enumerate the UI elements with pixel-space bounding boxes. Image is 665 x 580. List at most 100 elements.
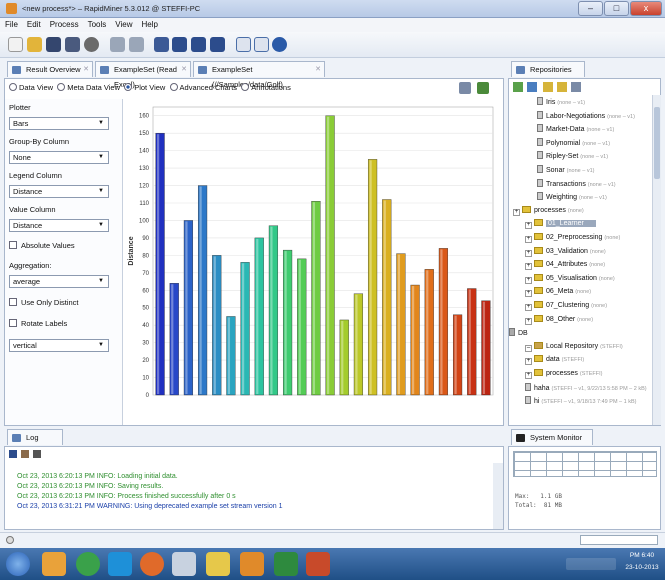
expand-icon[interactable]: – xyxy=(525,344,532,352)
refresh-icon[interactable] xyxy=(557,82,567,92)
perspective-icon[interactable] xyxy=(236,37,251,52)
orientation-select[interactable]: vertical ▼ xyxy=(9,339,109,352)
tree-item[interactable]: Weighting (none – v1) xyxy=(537,192,607,201)
save-icon[interactable] xyxy=(46,37,61,52)
expand-icon[interactable]: + xyxy=(525,372,532,379)
radio-data-view[interactable]: Data View xyxy=(9,83,53,92)
legend-column-select[interactable]: Distance ▼ xyxy=(9,185,109,198)
tree-scrollbar[interactable] xyxy=(652,95,661,425)
clear-log-icon[interactable] xyxy=(21,450,29,458)
powerpoint-icon[interactable] xyxy=(306,552,330,576)
media-player-icon[interactable] xyxy=(42,552,66,576)
system-tray-icons[interactable] xyxy=(566,558,616,570)
clock-time[interactable]: PM 6:40 xyxy=(622,552,662,559)
radio-meta-data-view[interactable]: Meta Data View xyxy=(57,83,120,92)
tree-item[interactable]: +04_Attributes (none) xyxy=(525,260,605,271)
print-icon[interactable] xyxy=(84,37,99,52)
radio-advanced-charts[interactable]: Advanced Charts xyxy=(169,83,237,92)
tree-item[interactable]: DB xyxy=(509,328,528,337)
tree-item[interactable]: Labor-Negotiations (none – v1) xyxy=(537,110,635,120)
expand-icon[interactable]: + xyxy=(525,358,532,366)
tree-item[interactable]: + data (STEFFI) xyxy=(525,355,584,366)
expand-icon[interactable]: + xyxy=(525,317,532,325)
tab-repositories[interactable]: Repositories xyxy=(511,61,585,77)
expand-icon[interactable]: + xyxy=(525,263,532,271)
whatsapp-icon[interactable] xyxy=(76,552,100,576)
expand-icon[interactable]: + xyxy=(525,249,532,257)
skype-icon[interactable] xyxy=(108,552,132,576)
tree-item[interactable]: hi (STEFFI – v1, 9/18/13 7:49 PM – 1 kB) xyxy=(525,396,636,405)
minimize-button[interactable]: – xyxy=(578,1,603,16)
network-icon[interactable] xyxy=(172,552,196,576)
tree-item[interactable]: Market-Data (none – v1) xyxy=(537,124,614,133)
expand-icon[interactable]: + xyxy=(525,236,532,243)
tree-item[interactable]: +05_Visualisation (none) xyxy=(525,273,615,284)
rapidminer-taskbar-icon[interactable] xyxy=(240,552,264,576)
tree-item[interactable]: +02_Preprocessing (none) xyxy=(525,233,620,243)
add-repository-icon[interactable] xyxy=(513,82,523,92)
tree-item[interactable]: Ripley-Set (none – v1) xyxy=(537,151,608,160)
tree-item[interactable]: + processes (STEFFI) xyxy=(525,369,602,379)
excel-icon[interactable] xyxy=(274,552,298,576)
start-button[interactable] xyxy=(6,552,30,576)
firefox-icon[interactable] xyxy=(140,552,164,576)
stop-icon[interactable] xyxy=(210,37,225,52)
pause-icon[interactable] xyxy=(191,37,206,52)
maximize-button[interactable]: □ xyxy=(604,1,629,16)
print-log-icon[interactable] xyxy=(33,450,41,458)
menu-edit[interactable]: Edit xyxy=(22,18,45,29)
use-only-distinct-checkbox[interactable]: Use Only Distinct xyxy=(9,298,79,307)
scroll-thumb[interactable] xyxy=(654,107,660,179)
plot-options-icon[interactable] xyxy=(477,82,489,94)
tree-item[interactable]: Sonar (none – v1) xyxy=(537,165,594,174)
tree-item[interactable]: – Local Repository (STEFFI) xyxy=(525,341,623,352)
run-icon[interactable] xyxy=(172,37,187,52)
tab-exampleset-read-excel[interactable]: ExampleSet (Read Excel)✕ xyxy=(95,61,191,89)
open-folder-icon[interactable] xyxy=(27,37,42,52)
redo-icon[interactable] xyxy=(129,37,144,52)
menu-tools[interactable]: Tools xyxy=(83,18,111,29)
aggregation-select[interactable]: average ▼ xyxy=(9,275,109,288)
tree-item[interactable]: Iris (none – v1) xyxy=(537,97,585,106)
value-column-select[interactable]: Distance ▼ xyxy=(9,219,109,232)
export-icon[interactable] xyxy=(459,82,471,94)
group-by-select[interactable]: None ▼ xyxy=(9,151,109,164)
menu-view[interactable]: View xyxy=(110,18,136,29)
tree-item[interactable]: +06_Meta (none) xyxy=(525,287,591,298)
expand-icon[interactable]: + xyxy=(513,208,520,216)
open-icon[interactable] xyxy=(543,82,553,92)
new-process-icon[interactable] xyxy=(8,37,23,52)
tree-item[interactable]: Polynomial (none – v1) xyxy=(537,137,610,147)
tree-item[interactable]: +03_Validation (none) xyxy=(525,246,606,257)
tab-result-overview[interactable]: Result Overview ✕ xyxy=(7,61,93,77)
rotate-labels-checkbox[interactable]: Rotate Labels xyxy=(9,319,67,328)
expand-icon[interactable]: + xyxy=(525,276,532,284)
tree-item[interactable]: +01_Learner xyxy=(525,219,596,230)
explorer-icon[interactable] xyxy=(206,552,230,576)
tree-item[interactable]: + processes (none) xyxy=(513,205,584,216)
absolute-values-checkbox[interactable]: Absolute Values xyxy=(9,241,75,250)
tab-log[interactable]: Log xyxy=(7,429,63,445)
close-tab-icon[interactable]: ✕ xyxy=(315,62,321,77)
radio-plot-view[interactable]: Plot View xyxy=(124,83,165,92)
save-as-icon[interactable] xyxy=(65,37,80,52)
info-icon[interactable] xyxy=(272,37,287,52)
save-log-icon[interactable] xyxy=(9,450,17,458)
design-perspective-icon[interactable] xyxy=(254,37,269,52)
tab-system-monitor[interactable]: System Monitor xyxy=(511,429,593,445)
expand-icon[interactable]: + xyxy=(525,304,532,311)
log-scrollbar[interactable] xyxy=(493,463,503,529)
close-tab-icon[interactable]: ✕ xyxy=(181,62,187,77)
undo-icon[interactable] xyxy=(110,37,125,52)
tree-item[interactable]: +08_Other (none) xyxy=(525,314,593,325)
tree-item[interactable]: +07_Clustering (none) xyxy=(525,301,607,311)
menu-help[interactable]: Help xyxy=(136,18,161,29)
close-button[interactable]: x xyxy=(630,1,662,16)
tab-exampleset-golf[interactable]: ExampleSet (//Samples/data/Golf)✕ xyxy=(193,61,325,89)
plotter-select[interactable]: Bars ▼ xyxy=(9,117,109,130)
expand-icon[interactable]: + xyxy=(525,290,532,298)
menu-process[interactable]: Process xyxy=(45,18,83,29)
store-icon[interactable] xyxy=(527,82,537,92)
tree-item[interactable]: Transactions (none – v1) xyxy=(537,178,616,188)
step-icon[interactable] xyxy=(154,37,169,52)
